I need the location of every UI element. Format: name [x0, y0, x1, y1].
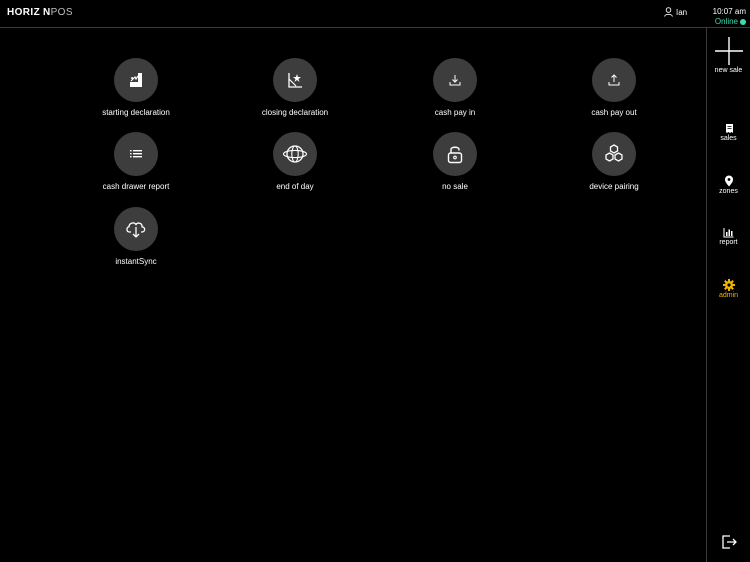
tile-label: no sale — [442, 182, 468, 191]
list-icon — [130, 150, 142, 158]
unlock-icon — [447, 146, 463, 164]
tile-circle — [114, 58, 158, 102]
logout-button[interactable] — [707, 534, 750, 550]
tile-label: device pairing — [589, 182, 639, 191]
connection-status: Online — [713, 17, 746, 27]
tile-circle — [433, 58, 477, 102]
receipt-icon — [725, 124, 733, 133]
sidebar-item-label: sales — [720, 135, 737, 142]
tile-cash-pay-out[interactable]: cash pay out — [554, 58, 674, 117]
tile-label: cash drawer report — [102, 182, 170, 191]
logout-icon — [721, 535, 737, 549]
cloud-download-icon — [126, 222, 146, 238]
logo-text-bold: HORIZ — [7, 7, 41, 18]
tile-circle — [114, 132, 158, 176]
tile-cash-pay-in[interactable]: cash pay in — [395, 58, 515, 117]
tile-label: starting declaration — [102, 108, 170, 117]
tile-starting-declaration[interactable]: starting declaration — [76, 58, 196, 117]
sidebar-item-label: zones — [719, 188, 738, 195]
sidebar-item-sales[interactable]: sales — [707, 123, 750, 142]
sidebar-item-label: report — [719, 239, 738, 246]
user-menu[interactable]: Ian — [664, 7, 687, 17]
tile-circle — [114, 207, 158, 251]
clock-status: 10:07 am Online — [713, 7, 746, 27]
tile-label: cash pay out — [591, 108, 637, 117]
tile-label: instantSync — [115, 257, 157, 266]
cash-pay-in-icon — [449, 75, 461, 86]
tile-label: end of day — [276, 182, 314, 191]
sidebar-item-label: admin — [718, 292, 739, 299]
user-name: Ian — [676, 7, 688, 17]
closing-declaration-icon — [288, 73, 302, 88]
tile-device-pairing[interactable]: device pairing — [554, 132, 674, 191]
tile-circle — [433, 132, 477, 176]
status-dot-icon — [740, 19, 746, 25]
header-bar: HORIZ NPOS Ian 10:07 am Online — [0, 0, 750, 28]
sidebar-item-report[interactable]: report — [707, 227, 750, 246]
clock-time: 10:07 am — [712, 7, 746, 16]
app-window: HORIZ NPOS Ian 10:07 am Online starting … — [0, 0, 750, 562]
sidebar-item-new-sale[interactable]: new sale — [707, 36, 750, 74]
tile-circle — [592, 58, 636, 102]
tile-label: cash pay in — [434, 108, 476, 117]
tile-end-of-day[interactable]: end of day — [235, 132, 355, 191]
sidebar-item-zones[interactable]: zones — [707, 175, 750, 195]
logo-text-light: POS — [50, 7, 73, 18]
tile-circle — [273, 58, 317, 102]
cash-pay-out-icon — [608, 74, 620, 86]
tile-circle — [592, 132, 636, 176]
tile-no-sale[interactable]: no sale — [395, 132, 515, 191]
logo-text-mid: N — [42, 7, 51, 18]
location-pin-icon — [724, 175, 733, 187]
tile-instantsync[interactable]: instantSync — [76, 207, 196, 266]
gear-icon — [722, 279, 735, 291]
bar-chart-icon — [723, 228, 734, 238]
plus-icon — [714, 37, 743, 65]
right-sidebar: new sale sales zones report admin — [706, 28, 750, 562]
app-logo: HORIZ NPOS — [7, 7, 73, 19]
starting-declaration-icon — [130, 73, 142, 87]
tile-label: closing declaration — [261, 108, 329, 117]
tile-circle — [273, 132, 317, 176]
user-icon — [664, 7, 673, 17]
orbit-icon — [282, 145, 308, 163]
hexagons-icon — [605, 144, 623, 162]
status-text: Online — [714, 17, 738, 26]
tile-closing-declaration[interactable]: closing declaration — [235, 58, 355, 117]
sidebar-item-label: new sale — [714, 67, 743, 74]
sidebar-item-admin[interactable]: admin — [707, 279, 750, 299]
tile-cash-drawer-report[interactable]: cash drawer report — [76, 132, 196, 191]
